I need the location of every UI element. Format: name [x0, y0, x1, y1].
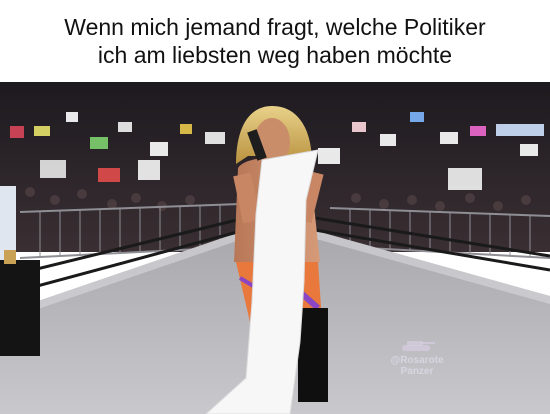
watermark-line-1: @Rosarote	[390, 355, 444, 366]
wrestling-photo: @Rosarote Panzer	[0, 82, 550, 414]
caption-line-2: ich am liebsten weg haben möchte	[97, 42, 453, 68]
meme: Wenn mich jemand fragt, welche Politiker…	[0, 0, 550, 414]
caption-line-1: Wenn mich jemand fragt, welche Politiker	[64, 14, 486, 40]
caption: Wenn mich jemand fragt, welche Politiker…	[0, 0, 550, 82]
watermark-line-2: Panzer	[400, 366, 434, 377]
watermark: @Rosarote Panzer	[382, 337, 452, 377]
tank-icon	[402, 341, 435, 351]
